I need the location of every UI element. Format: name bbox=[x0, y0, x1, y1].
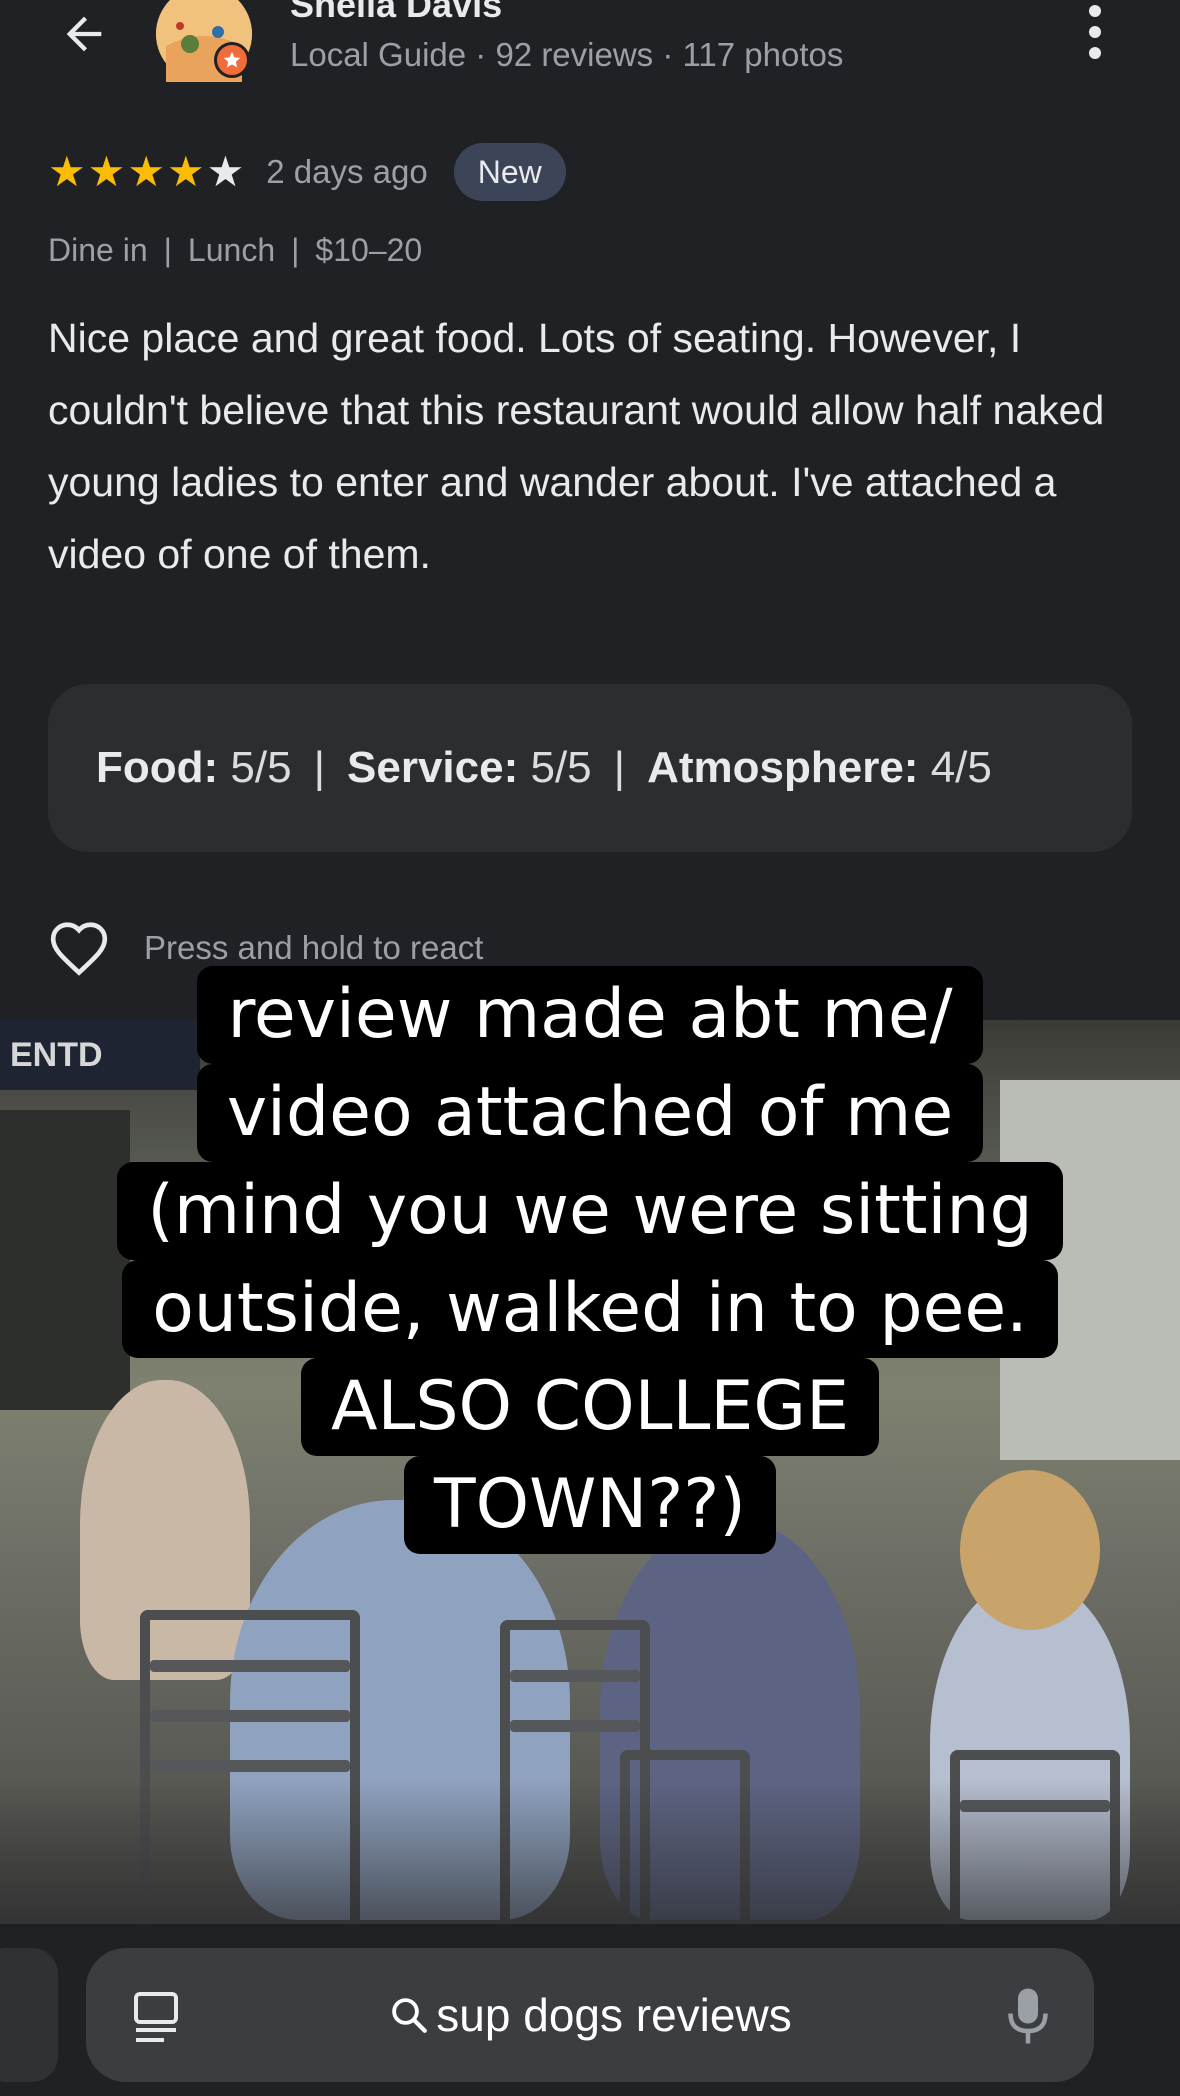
food-label: Food: bbox=[96, 743, 219, 792]
divider: | bbox=[291, 232, 300, 268]
atmosphere-value: 4/5 bbox=[930, 743, 992, 792]
caption-overlay: review made abt me/ video attached of me… bbox=[0, 966, 1180, 1554]
photo-chair-slat bbox=[150, 1660, 350, 1672]
new-badge: New bbox=[453, 143, 566, 201]
bottom-search-bar: sup dogs reviews bbox=[0, 1924, 1180, 2096]
service-value: 5/5 bbox=[530, 743, 592, 792]
photo-floor-shade bbox=[0, 1780, 1180, 1924]
atmosphere-label: Atmosphere: bbox=[647, 743, 919, 792]
star-icon: ★ bbox=[206, 148, 245, 195]
review-text: Nice place and great food. Lots of seati… bbox=[48, 315, 1105, 577]
mic-icon[interactable] bbox=[1008, 1986, 1048, 2046]
caption-line: outside, walked in to pee. bbox=[122, 1260, 1058, 1358]
visit-tags: Dine in | Lunch | $10–20 bbox=[48, 232, 422, 269]
caption-line: ALSO COLLEGE bbox=[300, 1358, 880, 1456]
service-label: Service: bbox=[347, 743, 519, 792]
more-vert-icon bbox=[1089, 4, 1101, 17]
caption-line: (mind you we were sitting bbox=[117, 1162, 1063, 1260]
visit-tag-meal: Lunch bbox=[187, 232, 276, 268]
photo-chair-slat bbox=[150, 1710, 350, 1722]
caption-line: review made abt me/ bbox=[197, 966, 983, 1064]
caption-line: video attached of me bbox=[196, 1064, 984, 1162]
back-arrow-icon bbox=[66, 16, 102, 52]
search-query: sup dogs reviews bbox=[436, 1989, 792, 2041]
review-time: 2 days ago bbox=[266, 153, 428, 190]
caption-line: TOWN??) bbox=[404, 1456, 776, 1554]
star-icon: ★ bbox=[87, 148, 126, 195]
photo-chair-slat bbox=[510, 1670, 640, 1682]
visit-tag-service: Dine in bbox=[48, 232, 148, 268]
divider: | bbox=[613, 743, 626, 792]
photo-chair-slat bbox=[510, 1720, 640, 1732]
star-icon: ★ bbox=[48, 148, 86, 195]
food-value: 5/5 bbox=[230, 743, 292, 792]
search-query-area[interactable]: sup dogs reviews bbox=[86, 1948, 1094, 2082]
react-hint: Press and hold to react bbox=[144, 929, 484, 966]
previous-tab[interactable] bbox=[0, 1948, 58, 2082]
reviewer-meta: Local Guide · 92 reviews · 117 photos bbox=[290, 36, 844, 73]
search-icon bbox=[392, 1998, 428, 2033]
search-bar[interactable]: sup dogs reviews bbox=[86, 1948, 1094, 2082]
visit-tag-price: $10–20 bbox=[315, 232, 423, 268]
divider: | bbox=[163, 232, 172, 268]
photo-chair-slat bbox=[150, 1760, 350, 1772]
more-options-button[interactable] bbox=[1080, 0, 1110, 64]
divider: | bbox=[313, 743, 326, 792]
rating-row: ★ ★ ★ ★ ★ 2 days ago New bbox=[48, 142, 566, 202]
star-rating: ★ ★ ★ ★ ★ bbox=[48, 151, 244, 193]
star-icon: ★ bbox=[166, 148, 205, 195]
reviewer-name[interactable]: Sheila Davis bbox=[290, 0, 502, 26]
back-button[interactable] bbox=[52, 2, 116, 66]
local-guide-badge-icon bbox=[214, 42, 250, 78]
reviewer-header: Sheila Davis Local Guide · 92 reviews · … bbox=[0, 0, 1180, 110]
sub-ratings: Food: 5/5 | Service: 5/5 | Atmosphere: 4… bbox=[48, 684, 1132, 852]
star-icon: ★ bbox=[127, 148, 165, 195]
